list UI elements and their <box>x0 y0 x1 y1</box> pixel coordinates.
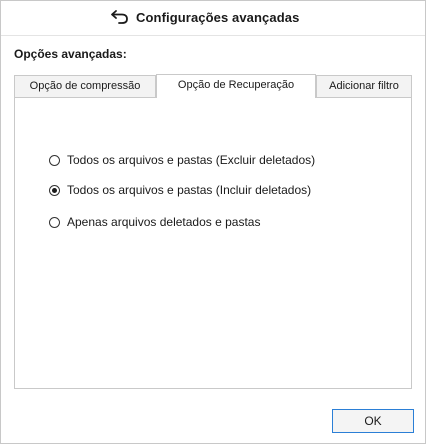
title-bar: Configurações avançadas <box>1 1 425 36</box>
radio-button-checked[interactable] <box>49 184 60 196</box>
ok-button[interactable]: OK <box>332 409 414 433</box>
radio-option-include-deleted[interactable]: Todos os arquivos e pastas (Incluir dele… <box>49 182 311 198</box>
radio-label: Todos os arquivos e pastas (Excluir dele… <box>67 153 316 167</box>
radio-button-unchecked[interactable] <box>49 216 60 228</box>
radio-button-unchecked[interactable] <box>49 154 60 166</box>
dialog-title: Configurações avançadas <box>136 10 300 25</box>
tab-recovery-option[interactable]: Opção de Recuperação <box>156 74 316 98</box>
radio-option-exclude-deleted[interactable]: Todos os arquivos e pastas (Excluir dele… <box>49 152 315 168</box>
radio-option-only-deleted[interactable]: Apenas arquivos deletados e pastas <box>49 214 260 230</box>
recovery-options-panel: Todos os arquivos e pastas (Excluir dele… <box>14 97 412 389</box>
tab-add-filter[interactable]: Adicionar filtro <box>316 75 412 97</box>
advanced-settings-dialog: Configurações avançadas Opções avançadas… <box>0 0 426 444</box>
section-label: Opções avançadas: <box>14 47 127 61</box>
radio-label: Todos os arquivos e pastas (Incluir dele… <box>67 183 312 197</box>
tab-compression-option[interactable]: Opção de compressão <box>14 75 156 97</box>
radio-label: Apenas arquivos deletados e pastas <box>67 215 261 229</box>
back-arrow-icon[interactable] <box>110 9 130 25</box>
